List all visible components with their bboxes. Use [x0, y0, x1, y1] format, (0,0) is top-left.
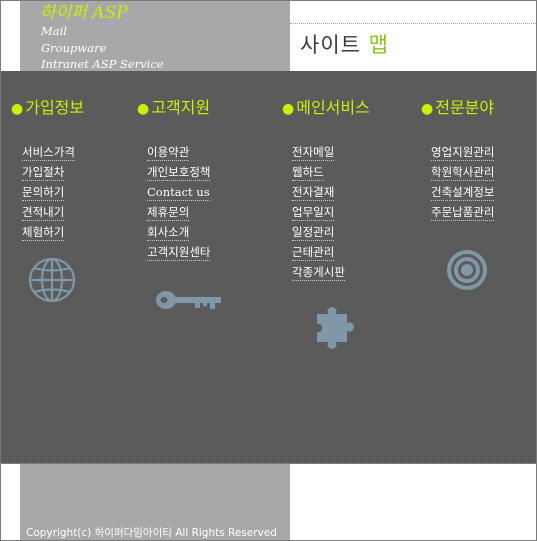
link-list: 이용약관 개인보호정책 Contact us 제휴문의 회사소개 고객지원센타	[147, 141, 211, 261]
link-privacy[interactable]: 개인보호정책	[147, 165, 211, 181]
column-heading-text: 가입정보	[25, 98, 85, 117]
tagline-groupware: Groupware	[41, 41, 107, 55]
list-item: 가입절차	[22, 161, 75, 181]
link-support-center[interactable]: 고객지원센타	[147, 245, 211, 261]
target-icon	[447, 250, 487, 290]
link-service-price[interactable]: 서비스가격	[22, 145, 75, 161]
list-item: 건축설계정보	[431, 181, 495, 201]
link-architecture-info[interactable]: 건축설계정보	[431, 185, 495, 201]
column-heading: ● 전문분야	[421, 97, 494, 120]
key-icon	[156, 291, 221, 309]
list-item: 일정관리	[292, 221, 345, 241]
link-work-log[interactable]: 업무일지	[292, 205, 335, 221]
list-item: 전자결재	[292, 181, 345, 201]
list-item: 웹하드	[292, 161, 345, 181]
link-schedule[interactable]: 일정관리	[292, 225, 335, 241]
header-panel: 하이퍼 ASP Mail Groupware Intranet ASP Serv…	[20, 1, 290, 71]
column-heading-text: 고객지원	[151, 98, 211, 117]
list-item: Contact us	[147, 181, 210, 201]
list-item: 서비스가격	[22, 141, 75, 161]
list-item: 학원학사관리	[431, 161, 495, 181]
link-company[interactable]: 회사소개	[147, 225, 190, 241]
column-heading-text: 전문분야	[435, 98, 495, 117]
link-estimate[interactable]: 견적내기	[22, 205, 65, 221]
link-attendance[interactable]: 근태관리	[292, 245, 335, 261]
link-trial[interactable]: 체험하기	[22, 225, 65, 241]
bullet-icon: ●	[11, 101, 24, 117]
page-title-accent: 맵	[368, 33, 389, 57]
column-heading-text: 메인서비스	[296, 98, 370, 117]
copyright-text: Copyright(c) 하이퍼다임아이티 All Rights Reserve…	[26, 527, 277, 539]
list-item: 근태관리	[292, 241, 345, 261]
link-contact-us[interactable]: Contact us	[147, 185, 210, 201]
link-order-delivery[interactable]: 주문납품관리	[431, 205, 495, 221]
link-list: 전자메일 웹하드 전자결재 업무일지 일정관리 근태관리 각종게시판	[292, 141, 345, 281]
link-terms[interactable]: 이용약관	[147, 145, 190, 161]
link-academy-admin[interactable]: 학원학사관리	[431, 165, 495, 181]
link-boards[interactable]: 각종게시판	[292, 265, 345, 281]
link-partnership[interactable]: 제휴문의	[147, 205, 190, 221]
column-heading: ● 메인서비스	[282, 97, 370, 120]
globe-icon	[28, 257, 76, 303]
bullet-icon: ●	[137, 101, 150, 117]
list-item: 업무일지	[292, 201, 345, 221]
header-divider	[290, 23, 536, 24]
puzzle-icon	[317, 307, 354, 349]
link-sales-support[interactable]: 영업지원관리	[431, 145, 495, 161]
page-title: 사이트 맵	[300, 31, 389, 59]
link-webhard[interactable]: 웹하드	[292, 165, 324, 181]
list-item: 고객지원센타	[147, 241, 211, 261]
list-item: 영업지원관리	[431, 141, 495, 161]
tagline-intranet: Intranet ASP Service	[41, 57, 164, 71]
brand-logo[interactable]: 하이퍼 ASP	[40, 3, 128, 23]
list-item: 개인보호정책	[147, 161, 211, 181]
column-heading: ● 고객지원	[137, 97, 210, 120]
page-title-main: 사이트	[300, 33, 369, 57]
tagline-mail: Mail	[41, 24, 67, 38]
link-list: 영업지원관리 학원학사관리 건축설계정보 주문납품관리	[431, 141, 495, 221]
footer-panel: Copyright(c) 하이퍼다임아이티 All Rights Reserve…	[20, 464, 290, 540]
list-item: 주문납품관리	[431, 201, 495, 221]
bullet-icon: ●	[282, 101, 295, 117]
list-item: 문의하기	[22, 181, 75, 201]
list-item: 이용약관	[147, 141, 210, 161]
list-item: 각종게시판	[292, 261, 345, 281]
link-list: 서비스가격 가입절차 문의하기 견적내기 체험하기	[22, 141, 75, 241]
bullet-icon: ●	[421, 101, 434, 117]
column-heading: ● 가입정보	[11, 97, 84, 120]
link-inquiry[interactable]: 문의하기	[22, 185, 65, 201]
link-e-approval[interactable]: 전자결재	[292, 185, 335, 201]
sitemap-window: 하이퍼 ASP Mail Groupware Intranet ASP Serv…	[0, 0, 537, 541]
link-signup-process[interactable]: 가입절차	[22, 165, 65, 181]
sitemap-panel: ● 가입정보 서비스가격 가입절차 문의하기 견적내기 체험하기 ● 고객지원 …	[1, 71, 536, 464]
list-item: 전자메일	[292, 141, 345, 161]
list-item: 회사소개	[147, 221, 210, 241]
list-item: 제휴문의	[147, 201, 210, 221]
list-item: 견적내기	[22, 201, 75, 221]
link-email[interactable]: 전자메일	[292, 145, 335, 161]
list-item: 체험하기	[22, 221, 75, 241]
